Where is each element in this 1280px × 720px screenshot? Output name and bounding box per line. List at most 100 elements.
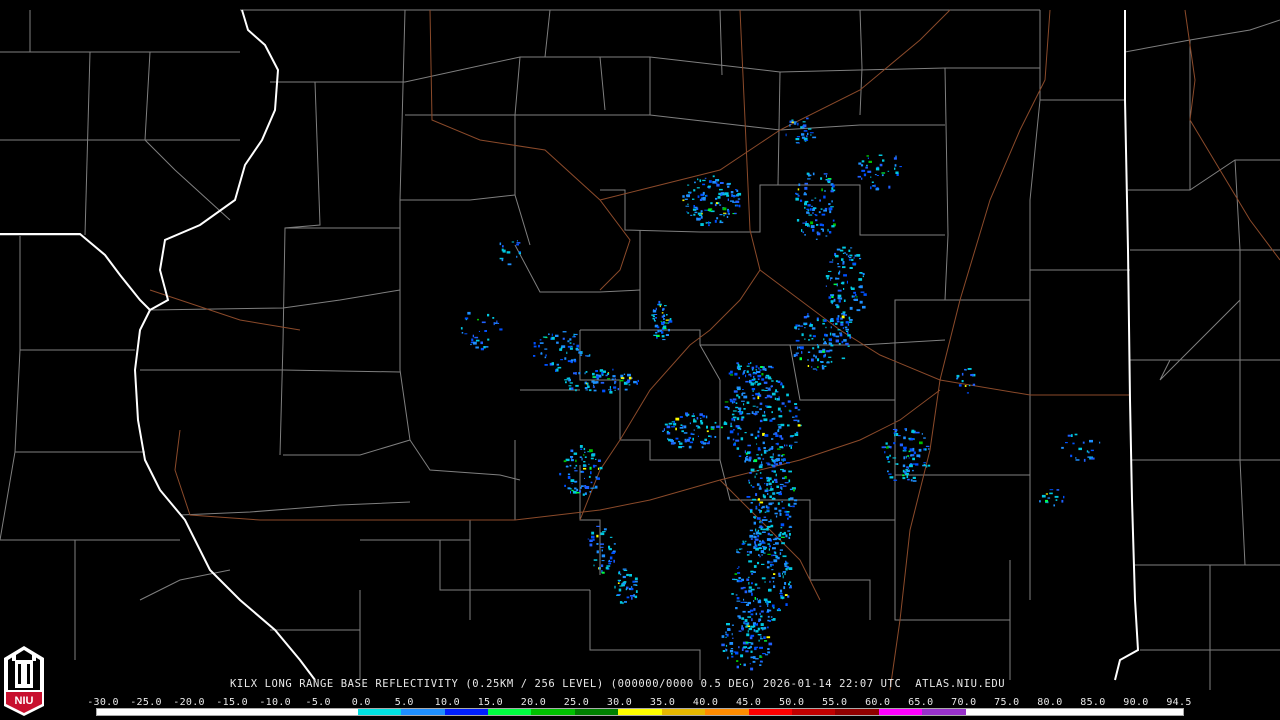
- echo-pixel: [701, 212, 703, 215]
- echo-pixel: [769, 456, 774, 458]
- echo-pixel: [762, 528, 767, 531]
- echo-pixel: [602, 374, 604, 376]
- echo-pixel: [622, 568, 627, 570]
- echo-pixel: [618, 588, 622, 592]
- echo-pixel: [824, 365, 827, 367]
- echo-pixel: [842, 327, 844, 329]
- echo-pixel: [741, 416, 745, 419]
- echo-pixel: [617, 594, 621, 596]
- echo-pixel: [633, 584, 637, 586]
- echo-pixel: [551, 336, 555, 340]
- echo-pixel: [696, 187, 700, 189]
- echo-pixel: [782, 533, 785, 536]
- echo-pixel: [750, 379, 755, 382]
- echo-pixel: [841, 313, 845, 315]
- echo-pixel: [745, 380, 749, 383]
- echo-pixel: [747, 630, 749, 633]
- echo-pixel: [770, 502, 774, 504]
- echo-pixel: [756, 443, 758, 445]
- echo-pixel: [915, 431, 920, 434]
- echo-pixel: [861, 160, 865, 163]
- echo-pixel: [572, 343, 575, 345]
- echo-pixel: [889, 454, 891, 457]
- echo-pixel: [749, 646, 751, 649]
- echo-pixel: [849, 254, 853, 257]
- echo-pixel: [756, 544, 758, 548]
- echo-pixel: [778, 575, 781, 577]
- echo-pixel: [613, 386, 617, 389]
- echo-pixel: [689, 422, 691, 425]
- echo-pixel: [584, 451, 586, 453]
- echo-pixel: [769, 561, 773, 563]
- echo-pixel: [825, 326, 827, 329]
- echo-pixel: [837, 294, 842, 297]
- echo-pixel: [789, 488, 793, 491]
- echo-pixel: [737, 432, 739, 436]
- colorbar-tick-label: -5.0: [305, 697, 331, 708]
- echo-pixel: [824, 353, 826, 357]
- echo-pixel: [756, 470, 759, 472]
- echo-pixel: [749, 609, 754, 612]
- echo-pixel: [506, 251, 511, 254]
- echo-pixel: [759, 646, 763, 649]
- echo-pixel: [567, 473, 571, 476]
- echo-pixel: [586, 382, 588, 385]
- echo-pixel: [796, 431, 799, 433]
- echo-pixel: [764, 434, 769, 437]
- echo-pixel: [797, 122, 799, 126]
- echo-pixel: [823, 209, 827, 212]
- echo-pixel: [783, 586, 786, 590]
- echo-pixel: [759, 402, 763, 405]
- echo-pixel: [775, 463, 779, 466]
- echo-pixel: [747, 363, 750, 365]
- echo-pixel: [701, 446, 704, 449]
- echo-pixel: [601, 549, 603, 552]
- echo-pixel: [612, 375, 616, 378]
- radar-echoes: [460, 117, 1101, 671]
- echo-pixel: [735, 200, 740, 203]
- echo-pixel: [1054, 495, 1059, 498]
- echo-pixel: [575, 492, 580, 494]
- echo-pixel: [756, 370, 758, 373]
- echo-pixel: [767, 463, 771, 466]
- colorbar-segment: [965, 709, 1010, 715]
- echo-pixel: [766, 636, 771, 639]
- echo-pixel: [567, 340, 570, 343]
- echo-pixel: [859, 300, 863, 304]
- echo-pixel: [850, 247, 853, 249]
- echo-pixel: [846, 253, 848, 256]
- echo-pixel: [908, 450, 911, 453]
- echo-pixel: [835, 322, 838, 325]
- echo-pixel: [859, 272, 863, 274]
- echo-pixel: [811, 327, 816, 330]
- echo-pixel: [684, 198, 688, 200]
- colorbar-segment: [1096, 709, 1140, 715]
- echo-pixel: [894, 167, 896, 170]
- echo-pixel: [746, 551, 749, 553]
- echo-pixel: [587, 538, 589, 540]
- colorbar-tick-label: 40.0: [692, 697, 719, 708]
- echo-pixel: [771, 554, 773, 557]
- echo-pixel: [767, 626, 769, 629]
- echo-pixel: [612, 368, 614, 371]
- echo-pixel: [752, 390, 754, 392]
- echo-pixel: [830, 300, 834, 303]
- echo-pixel: [729, 430, 734, 434]
- echo-pixel: [743, 646, 747, 648]
- echo-pixel: [840, 323, 844, 326]
- echo-pixel: [779, 435, 782, 438]
- echo-pixel: [767, 406, 772, 408]
- echo-pixel: [769, 534, 773, 536]
- echo-pixel: [804, 186, 808, 190]
- echo-pixel: [708, 180, 712, 183]
- echo-pixel: [590, 471, 592, 475]
- echo-pixel: [749, 551, 752, 554]
- echo-pixel: [731, 413, 735, 416]
- colorbar-segment: [401, 709, 445, 715]
- echo-pixel: [735, 189, 738, 191]
- echo-pixel: [781, 488, 783, 490]
- echo-pixel: [573, 358, 576, 361]
- echo-pixel: [748, 481, 751, 484]
- echo-pixel: [765, 490, 767, 492]
- colorbar-tick-label: 80.0: [1037, 697, 1063, 708]
